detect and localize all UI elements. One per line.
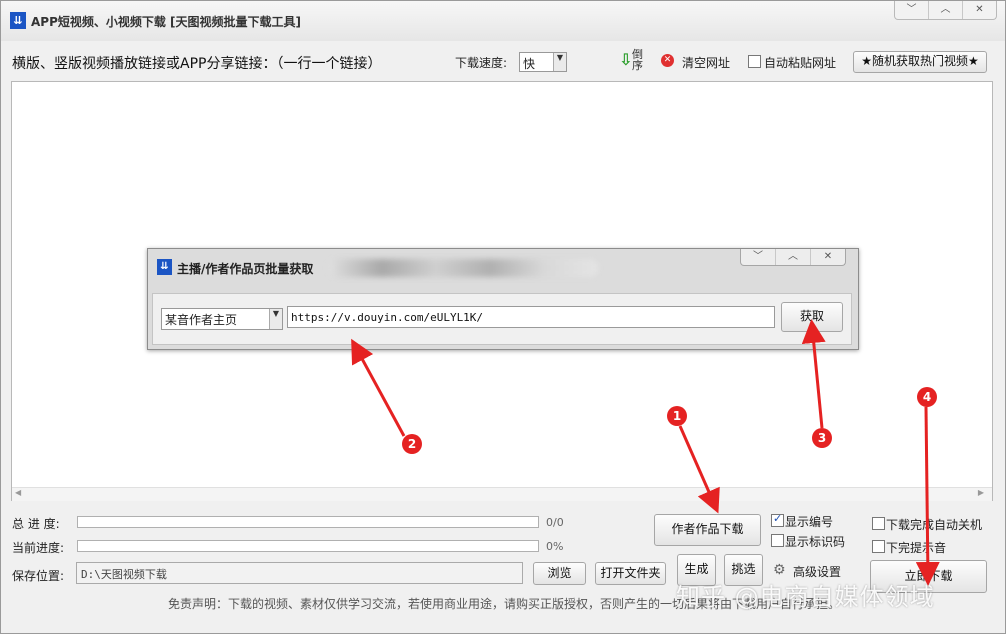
gear-icon[interactable]: ⚙	[773, 562, 786, 578]
auto-paste-label: 自动粘贴网址	[764, 56, 837, 70]
source-type-value: 某音作者主页	[165, 313, 238, 327]
blurred-region	[328, 259, 598, 277]
total-progress-bar	[77, 516, 539, 528]
current-progress-value: 0%	[546, 540, 564, 553]
arrow-down-icon: ⇩	[619, 50, 633, 69]
url-list-label: 横版、竖版视频播放链接或APP分享链接：（一行一个链接）	[12, 56, 382, 72]
toolbar: 横版、竖版视频播放链接或APP分享链接：（一行一个链接） 下载速度: 快 ▼ ⇩…	[1, 47, 1005, 75]
scroll-left-icon[interactable]: ◀	[15, 488, 21, 497]
author-fetch-dialog: ⇊ 主播/作者作品页批量获取 ﹀ ︿ ✕ 某音作者主页 ▼ https://v.…	[147, 248, 859, 350]
close-button[interactable]: ✕	[962, 1, 996, 19]
maximize-button[interactable]: ︿	[928, 1, 962, 19]
window-title: APP短视频、小视频下载 [天图视频批量下载工具]	[31, 15, 302, 29]
watermark-text: 知乎 @电商自媒体领域	[676, 583, 935, 611]
auto-shutdown-label: 下载完成自动关机	[886, 518, 983, 532]
save-path-input[interactable]: D:\天图视频下载	[76, 562, 523, 584]
window-controls: ﹀ ︿ ✕	[894, 1, 997, 20]
open-folder-button[interactable]: 打开文件夹	[595, 562, 666, 585]
notify-sound-checkbox[interactable]	[872, 540, 885, 553]
speed-select[interactable]: 快 ▼	[519, 52, 567, 72]
show-number-checkbox[interactable]	[771, 512, 784, 527]
annotation-4: 4	[917, 387, 937, 407]
source-type-select[interactable]: 某音作者主页 ▼	[161, 308, 283, 330]
download-app-icon: ⇊	[157, 259, 172, 275]
auto-paste-checkbox[interactable]	[748, 55, 761, 68]
dialog-maximize-button[interactable]: ︿	[775, 249, 810, 265]
author-works-download-button[interactable]: 作者作品下载	[654, 514, 761, 546]
dialog-close-button[interactable]: ✕	[810, 249, 845, 265]
clear-x-icon: ✕	[661, 54, 674, 67]
total-progress-value: 0/0	[546, 516, 564, 529]
dialog-minimize-button[interactable]: ﹀	[741, 249, 775, 265]
speed-value: 快	[523, 57, 536, 71]
notify-sound-label: 下完提示音	[886, 541, 947, 555]
reverse-order-label: 倒序	[632, 48, 643, 72]
browse-button[interactable]: 浏览	[533, 562, 586, 585]
scroll-right-icon[interactable]: ▶	[978, 488, 984, 497]
download-app-icon: ⇊	[10, 12, 26, 29]
show-tag-label: 显示标识码	[785, 535, 846, 549]
show-number-label: 显示编号	[785, 515, 834, 529]
title-bar: ⇊ APP短视频、小视频下载 [天图视频批量下载工具] ﹀ ︿ ✕	[1, 1, 1005, 41]
annotation-2: 2	[402, 434, 422, 454]
horizontal-scrollbar[interactable]: ◀ ▶	[12, 487, 992, 501]
annotation-1: 1	[667, 406, 687, 426]
dialog-window-controls: ﹀ ︿ ✕	[740, 249, 846, 266]
current-progress-bar	[77, 540, 539, 552]
chevron-down-icon: ▼	[269, 309, 282, 329]
show-tag-checkbox[interactable]	[771, 534, 784, 547]
clear-urls-label: 清空网址	[682, 56, 731, 70]
total-progress-label: 总 进 度:	[12, 517, 60, 531]
chevron-down-icon: ▼	[553, 53, 566, 71]
random-hot-videos-button[interactable]: ★随机获取热门视频★	[853, 51, 987, 73]
dialog-body: 某音作者主页 ▼ https://v.douyin.com/eULYL1K/ 获…	[152, 293, 852, 345]
current-progress-label: 当前进度:	[12, 541, 65, 555]
dialog-title: 主播/作者作品页批量获取	[177, 262, 314, 276]
annotation-3: 3	[812, 428, 832, 448]
speed-label: 下载速度:	[455, 56, 508, 70]
author-url-input[interactable]: https://v.douyin.com/eULYL1K/	[287, 306, 775, 328]
save-location-label: 保存位置:	[12, 569, 65, 583]
fetch-button[interactable]: 获取	[781, 302, 843, 332]
auto-shutdown-checkbox[interactable]	[872, 517, 885, 530]
minimize-button[interactable]: ﹀	[895, 1, 928, 19]
